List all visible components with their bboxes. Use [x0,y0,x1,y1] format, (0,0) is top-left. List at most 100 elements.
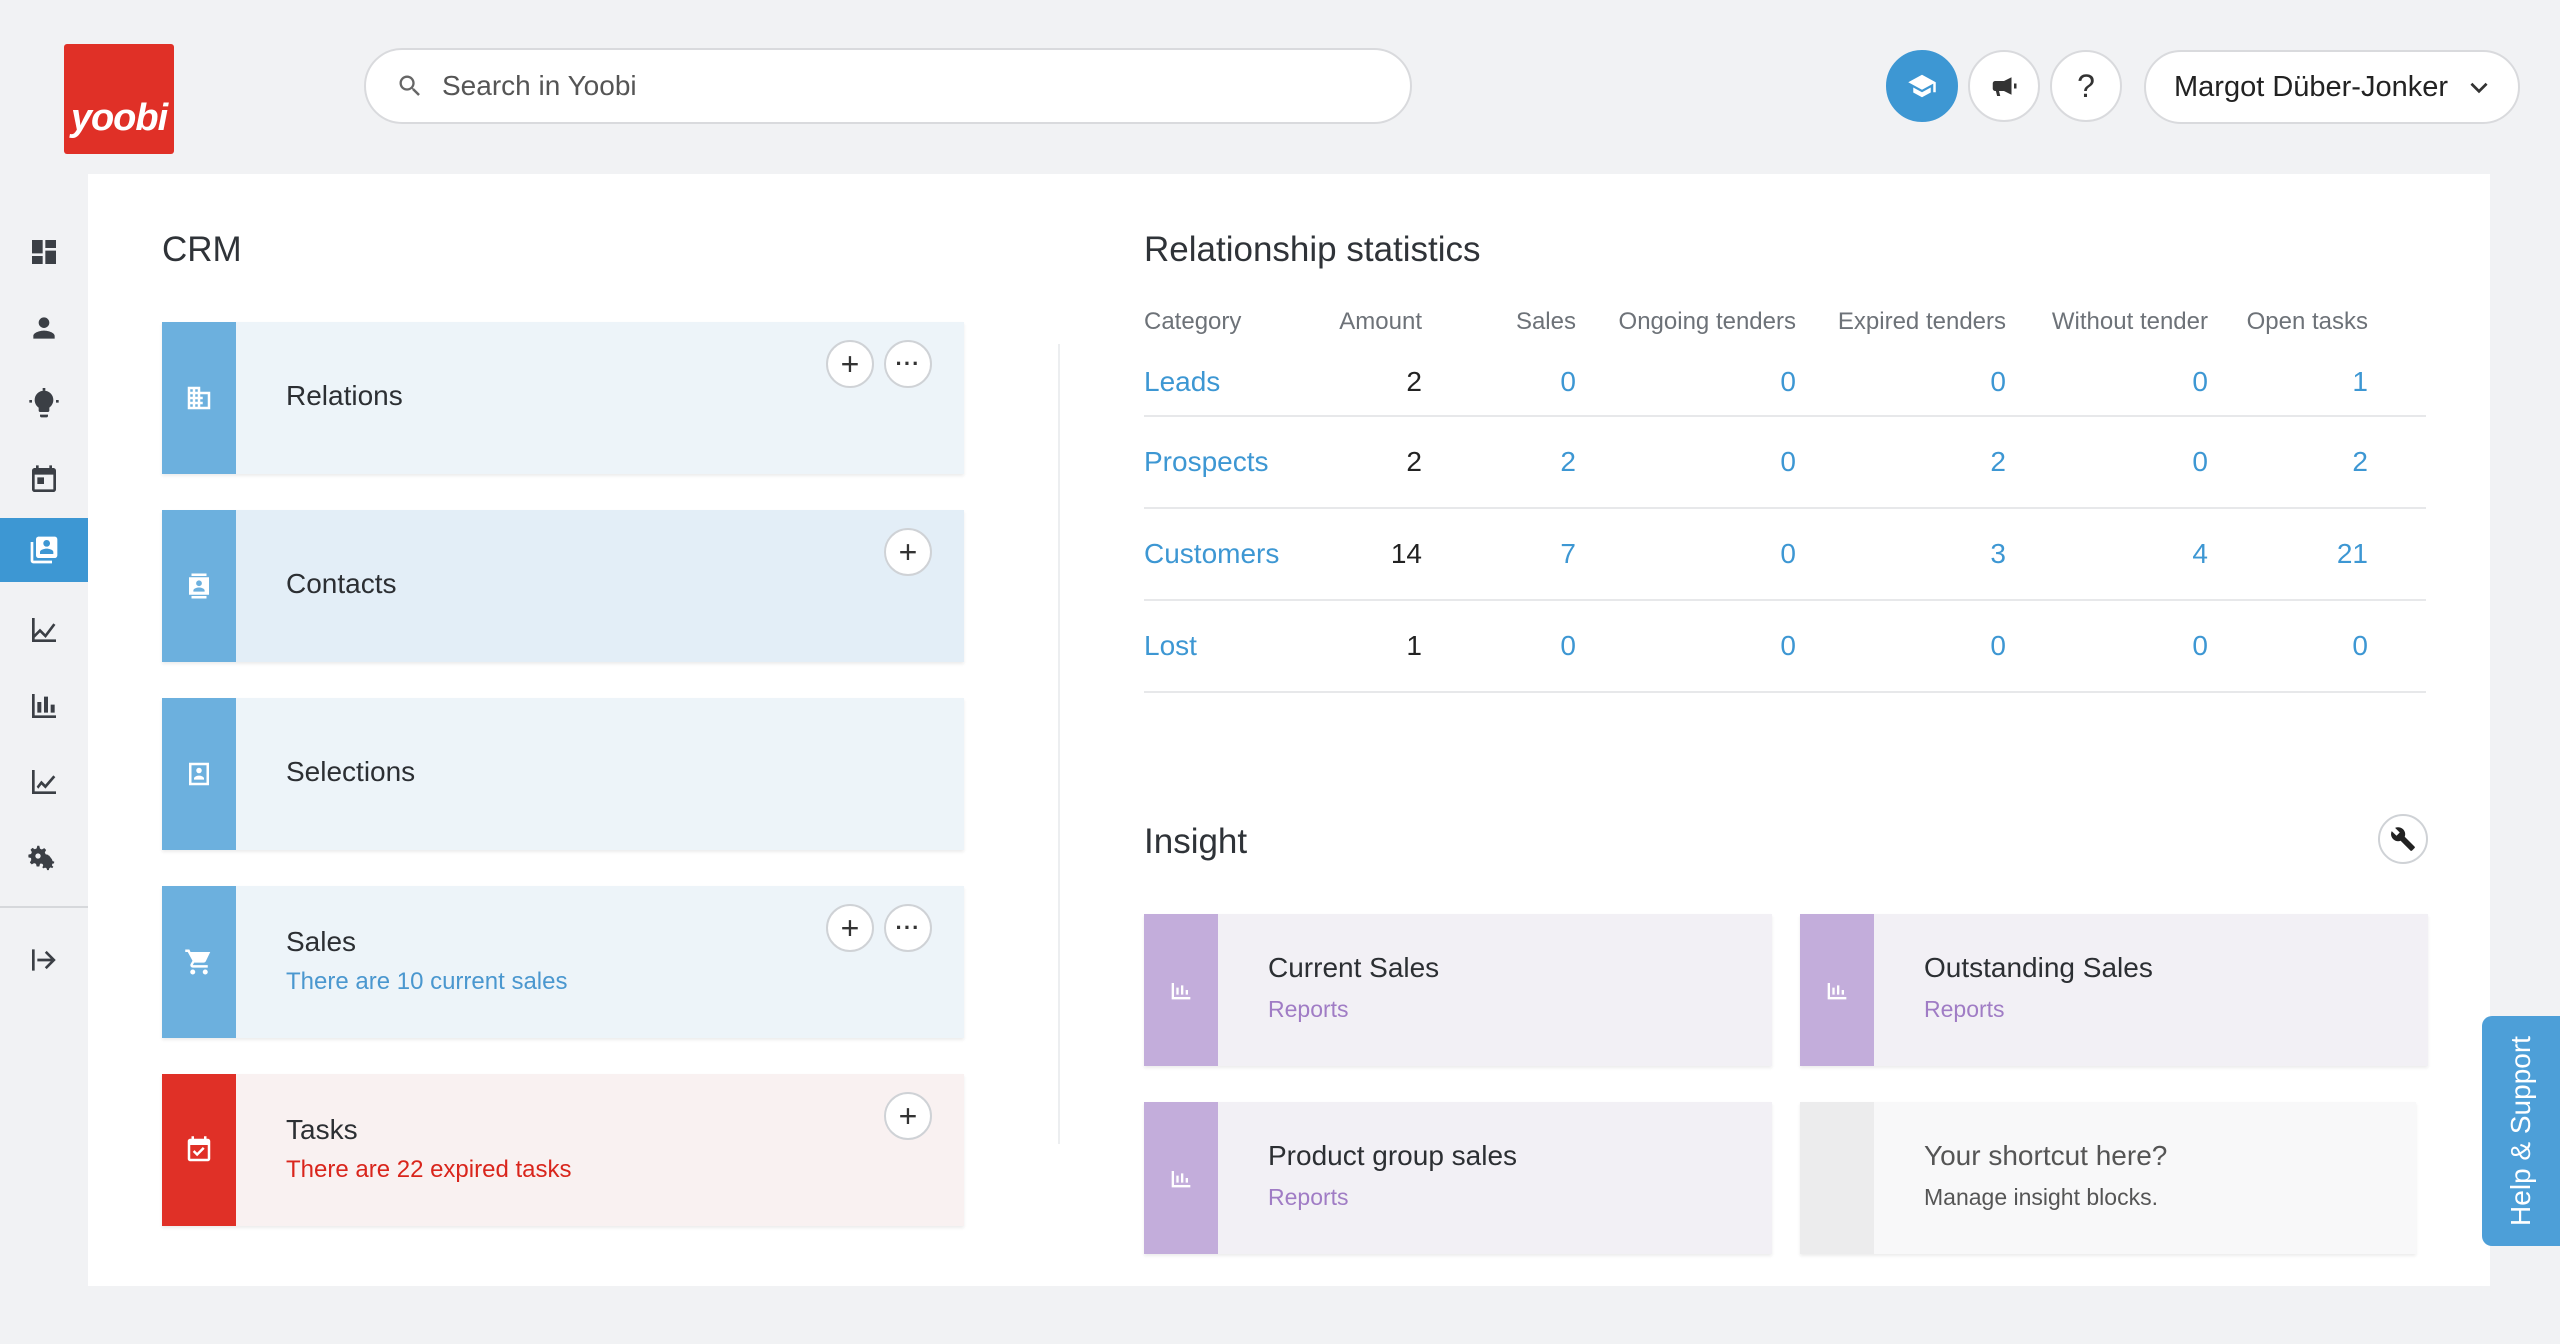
sidebar-item-reports[interactable] [0,674,88,738]
building-icon [187,386,211,410]
category-link[interactable]: Lost [1144,600,1314,693]
crm-icon [30,536,58,564]
add-contact-button[interactable]: + [884,528,932,576]
sales-link[interactable]: 0 [1422,348,1576,417]
crm-card-contacts[interactable]: Contacts + [162,510,964,662]
sales-link[interactable]: 0 [1422,600,1576,693]
crm-card-stripe [162,1074,236,1226]
open-tasks-link[interactable]: 21 [2208,508,2368,601]
expired-tenders-link[interactable]: 2 [1796,416,2006,509]
without-tender-link[interactable]: 0 [2006,348,2208,417]
lightbulb-icon [29,388,59,418]
help-support-label: Help & Support [2505,1036,2537,1226]
insight-card-stripe [1144,914,1218,1066]
sidebar-item-trends[interactable] [0,598,88,662]
graduation-cap-icon [1908,74,1936,98]
crm-card-selections[interactable]: Selections [162,698,964,850]
table-row: Customers 14 7 0 3 4 21 [1144,508,2426,601]
chevron-down-icon [2470,82,2488,94]
sidebar-item-logout[interactable] [0,928,88,992]
amount-cell: 1 [1314,600,1422,693]
ongoing-tenders-link[interactable]: 0 [1576,416,1796,509]
help-support-tab[interactable]: Help & Support [2482,1016,2560,1246]
crm-card-tasks[interactable]: Tasks There are 22 expired tasks + [162,1074,964,1226]
report-chart-icon [1171,983,1191,1000]
add-sale-button[interactable]: + [826,904,874,952]
add-relation-button[interactable]: + [826,340,874,388]
insight-card-current-sales[interactable]: Current Sales Reports [1144,914,1772,1066]
category-link[interactable]: Leads [1144,348,1314,417]
sidebar-item-analytics[interactable] [0,750,88,814]
crm-card-subtitle[interactable]: There are 22 expired tasks [286,1156,571,1184]
relationship-stats-table: Category Amount Sales Ongoing tenders Ex… [1144,308,2426,693]
open-tasks-link[interactable]: 1 [2208,348,2368,417]
insight-card-stripe [1144,1102,1218,1254]
crm-card-sales[interactable]: Sales There are 10 current sales + ··· [162,886,964,1038]
megaphone-icon [1992,77,2017,96]
insight-card-subtitle: Reports [1268,996,1349,1022]
sidebar-divider [0,906,88,908]
insight-card-subtitle: Reports [1924,996,2005,1022]
ongoing-tenders-link[interactable]: 0 [1576,600,1796,693]
amount-cell: 2 [1314,416,1422,509]
expired-tenders-link[interactable]: 3 [1796,508,2006,601]
insight-card-subtitle: Manage insight blocks. [1924,1184,2158,1210]
settings-icon [28,845,55,871]
shopping-cart-icon [185,949,211,975]
yoobi-logo[interactable]: yoobi [64,44,174,154]
sidebar-item-dashboard[interactable] [0,220,88,284]
ongoing-tenders-link[interactable]: 0 [1576,508,1796,601]
column-spacer [2368,308,2426,348]
column-header: Expired tenders [1837,308,2006,335]
sidebar-item-settings[interactable] [0,826,88,890]
search-bar[interactable] [364,48,1412,124]
column-header: Sales [1515,308,1576,335]
crm-card-relations[interactable]: Relations + ··· [162,322,964,474]
without-tender-link[interactable]: 0 [2006,416,2208,509]
open-tasks-link[interactable]: 0 [2208,600,2368,693]
sidebar-item-people[interactable] [0,296,88,360]
selection-icon [189,762,209,786]
sale-more-button[interactable]: ··· [884,904,932,952]
insight-card-title: Your shortcut here? [1924,1140,2168,1171]
insight-card-outstanding-sales[interactable]: Outstanding Sales Reports [1800,914,2428,1066]
ongoing-tenders-link[interactable]: 0 [1576,348,1796,417]
sidebar-item-ideas[interactable] [0,372,88,436]
crm-card-subtitle[interactable]: There are 10 current sales [286,968,567,996]
column-header: Category [1144,308,1242,335]
sales-link[interactable]: 7 [1422,508,1576,601]
insight-card-placeholder[interactable]: Your shortcut here? Manage insight block… [1800,1102,2416,1254]
search-icon [399,75,420,96]
insight-card-title: Current Sales [1268,952,1440,983]
without-tender-link[interactable]: 0 [2006,600,2208,693]
add-task-button[interactable]: + [884,1092,932,1140]
crm-card-title: Selections [286,756,416,787]
person-icon [33,317,55,339]
search-input[interactable] [442,70,1342,102]
crm-card-stripe [162,698,236,850]
category-link[interactable]: Prospects [1144,416,1314,509]
announcements-button[interactable] [1968,50,2040,122]
insight-card-title: Product group sales [1268,1140,1518,1171]
relation-more-button[interactable]: ··· [884,340,932,388]
help-button[interactable]: ? [2050,50,2122,122]
open-tasks-link[interactable]: 2 [2208,416,2368,509]
insight-title: Insight [1144,822,1248,861]
trend-chart-icon [32,618,56,642]
row-spacer [2368,508,2426,601]
expired-tenders-link[interactable]: 0 [1796,348,2006,417]
crm-card-stripe [162,510,236,662]
sidebar-item-calendar[interactable] [0,448,88,512]
insight-card-product-group-sales[interactable]: Product group sales Reports [1144,1102,1772,1254]
user-menu-button[interactable]: Margot Düber-Jonker [2144,50,2520,124]
amount-cell: 2 [1314,348,1422,417]
table-row: Prospects 2 2 0 2 0 2 [1144,416,2426,509]
sidebar-item-crm[interactable] [0,518,88,582]
category-link[interactable]: Customers [1144,508,1314,601]
calendar-icon [32,465,56,492]
expired-tenders-link[interactable]: 0 [1796,600,2006,693]
sales-link[interactable]: 2 [1422,416,1576,509]
academy-button[interactable] [1886,50,1958,122]
without-tender-link[interactable]: 4 [2006,508,2208,601]
insight-settings-button[interactable] [2378,814,2428,864]
